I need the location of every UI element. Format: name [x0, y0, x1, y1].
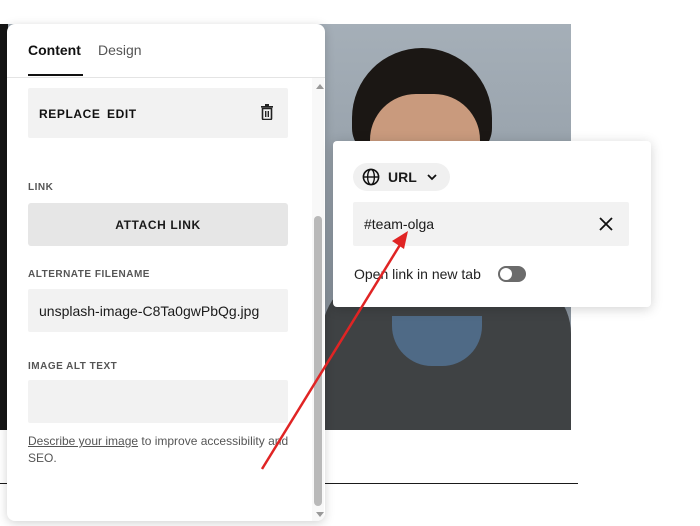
describe-image-link[interactable]: Describe your image	[28, 434, 138, 448]
tab-design[interactable]: Design	[98, 42, 142, 58]
alt-text-section-label: IMAGE ALT TEXT	[28, 361, 118, 372]
panel-tabs: Content Design	[7, 24, 325, 78]
new-tab-label: Open link in new tab	[354, 266, 481, 282]
link-type-label: URL	[388, 169, 417, 185]
alt-text-field[interactable]	[28, 380, 288, 423]
toggle-knob	[500, 268, 512, 280]
link-popover: URL #team-olga Open link in new tab	[333, 141, 651, 307]
filename-field[interactable]: unsplash-image-C8Ta0gwPbQg.jpg	[28, 289, 288, 332]
url-input[interactable]: #team-olga	[353, 202, 629, 246]
close-icon[interactable]	[598, 216, 614, 232]
new-tab-toggle[interactable]	[498, 266, 526, 282]
scroll-down-arrow[interactable]	[316, 512, 324, 517]
panel-scroll-area: REPLACE EDIT LINK ATTACH LINK ALTERNATE …	[7, 78, 311, 521]
tab-content[interactable]: Content	[28, 42, 81, 58]
active-tab-indicator	[28, 74, 83, 76]
chevron-down-icon	[427, 174, 437, 181]
url-value: #team-olga	[364, 216, 435, 232]
image-editor-panel: Content Design REPLACE EDIT LINK ATTACH …	[7, 24, 325, 521]
edit-button[interactable]: EDIT	[107, 107, 137, 121]
globe-icon	[362, 168, 380, 186]
scroll-up-arrow[interactable]	[316, 84, 324, 89]
attach-link-button[interactable]: ATTACH LINK	[28, 203, 288, 246]
link-type-dropdown[interactable]: URL	[353, 163, 450, 191]
image-actions-bar: REPLACE EDIT	[28, 88, 288, 138]
alt-text-helper: Describe your image to improve accessibi…	[28, 433, 298, 467]
filename-value: unsplash-image-C8Ta0gwPbQg.jpg	[39, 303, 260, 319]
replace-button[interactable]: REPLACE	[39, 107, 101, 121]
scrollbar-thumb[interactable]	[314, 216, 322, 506]
trash-icon[interactable]	[260, 104, 274, 120]
link-section-label: LINK	[28, 182, 54, 193]
filename-section-label: ALTERNATE FILENAME	[28, 269, 150, 280]
